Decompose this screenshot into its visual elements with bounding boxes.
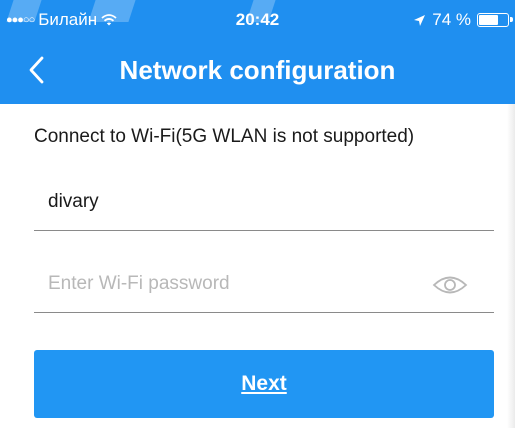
next-button-label: Next (241, 372, 287, 395)
battery-icon (477, 13, 513, 27)
battery-percentage: 74 % (432, 10, 471, 29)
header: ●●●○○ Билайн 20:42 74 % Network configur… (0, 0, 515, 104)
eye-icon (432, 276, 468, 294)
status-right: 74 % (413, 10, 513, 30)
ssid-input[interactable] (48, 180, 428, 224)
password-field (34, 262, 494, 313)
password-input[interactable] (48, 262, 428, 306)
show-password-toggle[interactable] (432, 272, 468, 298)
page-title: Network configuration (119, 55, 396, 85)
wifi-instruction-text: Connect to Wi-Fi(5G WLAN is not supporte… (34, 126, 415, 147)
status-bar: ●●●○○ Билайн 20:42 74 % (0, 0, 515, 36)
screen: ●●●○○ Билайн 20:42 74 % Network configur… (0, 0, 515, 428)
screen-edge-shade (507, 104, 515, 428)
network-config-form: Connect to Wi-Fi(5G WLAN is not supporte… (0, 104, 515, 428)
next-button[interactable]: Next (34, 350, 494, 418)
navigation-bar: Network configuration (0, 40, 515, 98)
battery-tip (510, 17, 513, 22)
location-arrow-icon (414, 14, 426, 26)
ssid-field (34, 180, 494, 231)
battery-fill (479, 15, 498, 25)
